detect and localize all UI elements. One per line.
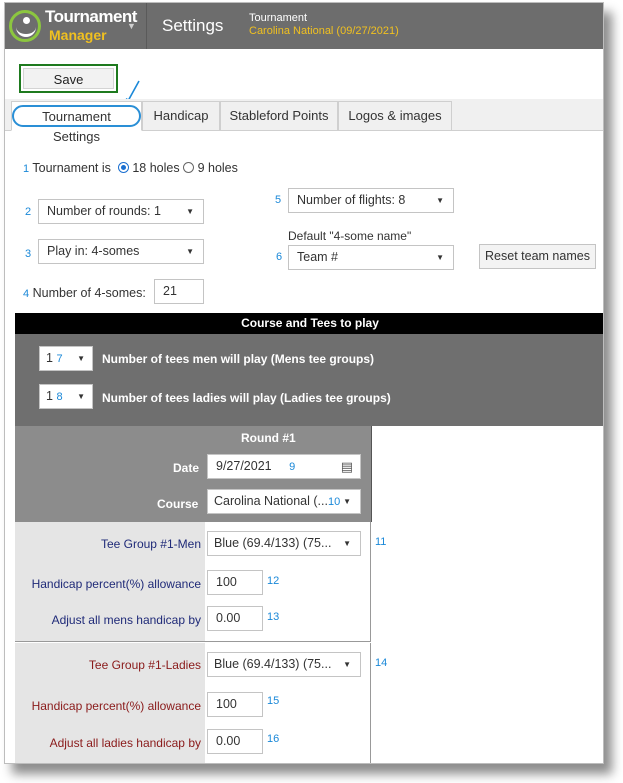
- header-divider: [146, 3, 147, 49]
- callout-number: 8: [56, 391, 63, 403]
- tournament-holes-row: 1 Tournament is 18 holes 9 holes: [23, 161, 238, 175]
- chevron-down-icon: ▼: [186, 247, 194, 256]
- ladies-tees-label: Number of tees ladies will play (Ladies …: [102, 391, 391, 405]
- foursomes-label: Number of 4-somes:: [32, 286, 146, 300]
- men-adjust-input[interactable]: 0.00: [207, 606, 263, 631]
- men-adjust-label: Adjust all mens handicap by: [51, 613, 201, 627]
- save-button[interactable]: Save: [19, 64, 118, 93]
- reset-team-names-button[interactable]: Reset team names: [479, 244, 596, 269]
- ladies-tee-select-value: Blue (69.4/133) (75...: [214, 657, 332, 671]
- chevron-down-icon[interactable]: ▼: [127, 21, 136, 31]
- flights-select[interactable]: Number of flights: 8 ▼: [288, 188, 454, 213]
- ladies-adjust-label: Adjust all ladies handicap by: [49, 736, 201, 750]
- radio-18-holes[interactable]: [117, 162, 129, 173]
- course-label: Course: [157, 497, 199, 511]
- course-tees-header: Course and Tees to play: [15, 313, 603, 334]
- callout-number: 12: [267, 575, 280, 587]
- chevron-down-icon: ▼: [436, 253, 444, 262]
- chevron-down-icon: ▼: [77, 354, 85, 363]
- tab-handicap[interactable]: Handicap: [142, 101, 220, 131]
- app-window: Tournament Manager ▼ Settings Tournament…: [4, 2, 604, 764]
- save-button-label: Save: [23, 68, 114, 89]
- ladies-tee-group-label: Tee Group #1-Ladies: [88, 658, 201, 672]
- ladies-tees-value: 1: [46, 389, 53, 403]
- callout-number: 1: [23, 163, 30, 175]
- callout-number: 10: [327, 496, 341, 508]
- app-header: Tournament Manager ▼ Settings Tournament…: [5, 3, 603, 49]
- tee-groups-panel: [15, 334, 603, 426]
- men-tees-label: Number of tees men will play (Mens tee g…: [102, 352, 375, 366]
- tab-label: Tournament Settings: [12, 105, 141, 144]
- ladies-tees-select[interactable]: 1 8 ▼: [39, 384, 93, 409]
- men-tee-group-label: Tee Group #1-Men: [100, 537, 201, 551]
- tournament-name: Carolina National (09/27/2021): [249, 25, 399, 37]
- rounds-select-value: Number of rounds: 1: [47, 204, 161, 218]
- men-tees-select[interactable]: 1 7 ▼: [39, 346, 93, 371]
- calendar-icon[interactable]: ▤: [341, 455, 353, 478]
- chevron-down-icon: ▼: [343, 539, 351, 548]
- play-in-select-value: Play in: 4-somes: [47, 244, 140, 258]
- ladies-tee-select[interactable]: Blue (69.4/133) (75... ▼: [207, 652, 361, 677]
- tab-logos-images[interactable]: Logos & images: [338, 101, 452, 131]
- foursomes-input[interactable]: 21: [154, 279, 204, 304]
- callout-number: 13: [267, 611, 280, 623]
- round-divider: [371, 426, 372, 522]
- tab-bar: Tournament Settings Handicap Stableford …: [5, 99, 603, 144]
- page-title: Settings: [162, 16, 224, 35]
- foursomes-row: 4 Number of 4-somes:: [23, 286, 146, 300]
- golf-logo-icon[interactable]: [9, 10, 41, 42]
- flights-select-value: Number of flights: 8: [297, 193, 406, 207]
- round-title: Round #1: [241, 431, 296, 445]
- callout-number: 9: [289, 461, 296, 473]
- chevron-down-icon: ▼: [436, 196, 444, 205]
- course-select[interactable]: Carolina National (...10 ▼: [207, 489, 361, 514]
- rounds-select[interactable]: Number of rounds: 1 ▼: [38, 199, 204, 224]
- callout-number: 7: [56, 353, 63, 365]
- team-name-select-value: Team #: [297, 250, 338, 264]
- tab-stableford-points[interactable]: Stableford Points: [220, 101, 338, 131]
- chevron-down-icon: ▼: [77, 392, 85, 401]
- tournament-is-label: Tournament is: [32, 161, 111, 175]
- men-tee-select[interactable]: Blue (69.4/133) (75... ▼: [207, 531, 361, 556]
- team-name-select[interactable]: Team # ▼: [288, 245, 454, 270]
- men-tees-value: 1: [46, 351, 53, 365]
- date-value: 9/27/2021: [216, 459, 272, 473]
- radio-18-holes-label[interactable]: 18 holes: [132, 161, 179, 175]
- callout-number: 5: [275, 194, 282, 206]
- callout-number: 4: [23, 288, 30, 300]
- app-logo-title[interactable]: Tournament: [45, 7, 137, 27]
- ladies-handicap-percent-label: Handicap percent(%) allowance: [31, 699, 201, 713]
- chevron-down-icon: ▼: [343, 660, 351, 669]
- play-in-select[interactable]: Play in: 4-somes ▼: [38, 239, 204, 264]
- ladies-handicap-percent-input[interactable]: 100: [207, 692, 263, 717]
- date-label: Date: [173, 461, 200, 475]
- callout-number: 11: [375, 536, 387, 548]
- callout-number: 15: [267, 695, 280, 707]
- chevron-down-icon: ▼: [186, 207, 194, 216]
- callout-number: 14: [375, 657, 388, 669]
- men-handicap-percent-label: Handicap percent(%) allowance: [31, 577, 201, 591]
- ladies-adjust-input[interactable]: 0.00: [207, 729, 263, 754]
- date-input[interactable]: 9/27/2021 9 ▤: [207, 454, 361, 479]
- tournament-label: Tournament: [249, 12, 308, 24]
- chevron-down-icon: ▼: [343, 497, 351, 506]
- course-select-value: Carolina National (...: [214, 494, 328, 508]
- radio-9-holes-label[interactable]: 9 holes: [198, 161, 238, 175]
- callout-number: 2: [25, 206, 32, 218]
- men-tee-select-value: Blue (69.4/133) (75...: [214, 536, 332, 550]
- app-logo-subtitle[interactable]: Manager: [49, 27, 107, 43]
- callout-number: 6: [276, 251, 283, 263]
- default-name-label: Default "4-some name": [288, 229, 412, 243]
- men-handicap-percent-input[interactable]: 100: [207, 570, 263, 595]
- callout-number: 16: [267, 733, 280, 745]
- radio-9-holes[interactable]: [183, 162, 195, 173]
- callout-number: 3: [25, 248, 32, 260]
- tab-tournament-settings[interactable]: Tournament Settings: [11, 101, 142, 144]
